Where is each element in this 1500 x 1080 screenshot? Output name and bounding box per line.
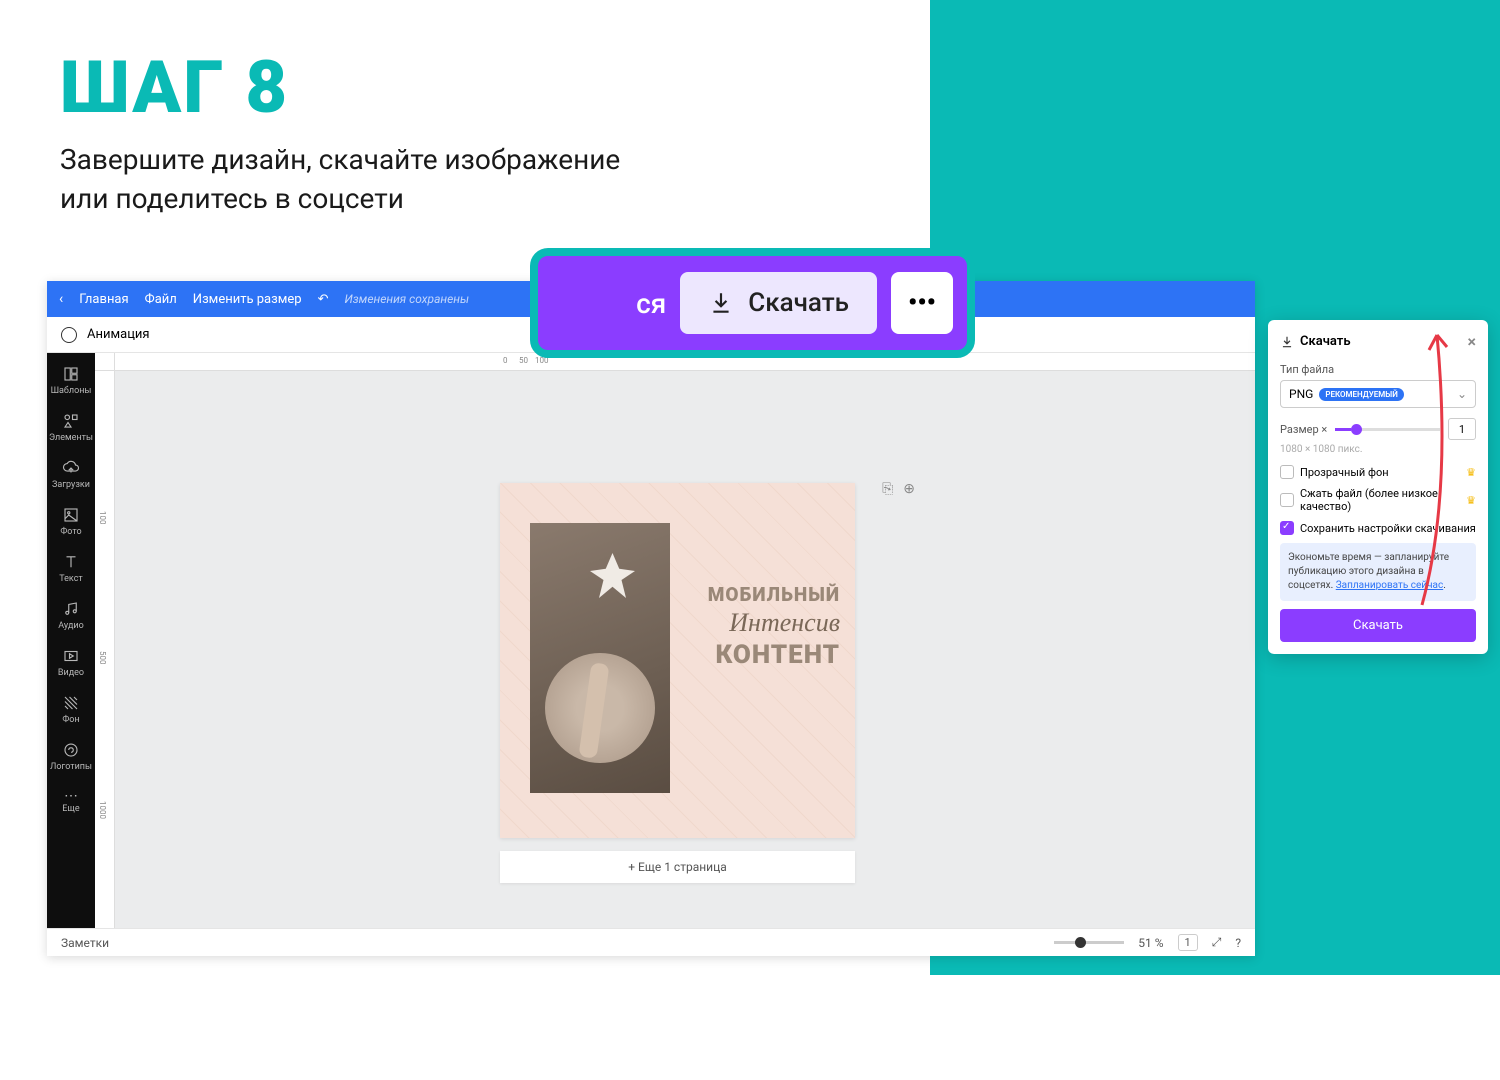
sidebar-background[interactable]: Фон — [47, 686, 95, 733]
download-panel: Скачать × Тип файла PNG РЕКОМЕНДУЕМЫЙ ⌄ … — [1268, 320, 1488, 654]
sidebar-text[interactable]: Текст — [47, 545, 95, 592]
page-action-icons: ⎘ ⊕ — [882, 481, 915, 497]
step-description: Завершите дизайн, скачайте изображение и… — [60, 140, 620, 218]
sidebar-elements[interactable]: Элементы — [47, 404, 95, 451]
page-indicator[interactable]: 1 — [1178, 934, 1198, 951]
sidebar-more[interactable]: ⋯Еще — [47, 780, 95, 822]
add-page-button[interactable]: + Еще 1 страница — [500, 851, 855, 883]
editor-window: ‹ Главная Файл Изменить размер ↶ Изменен… — [47, 281, 1255, 956]
animation-label[interactable]: Анимация — [87, 327, 150, 342]
recommended-badge: РЕКОМЕНДУЕМЫЙ — [1319, 388, 1404, 401]
sidebar-logos[interactable]: Логотипы — [47, 733, 95, 780]
ruler-vertical: 100 500 1000 — [95, 371, 115, 928]
design-photo — [530, 523, 670, 793]
schedule-info-box: Экономьте время — запланируйте публикаци… — [1280, 543, 1476, 601]
callout-more-button[interactable]: ••• — [891, 272, 953, 334]
checkbox-icon[interactable] — [1280, 465, 1294, 479]
save-status: Изменения сохранены — [344, 292, 469, 306]
nav-resize[interactable]: Изменить размер — [193, 292, 302, 307]
callout-partial-text: ся — [636, 287, 666, 320]
nav-home[interactable]: Главная — [79, 292, 128, 307]
callout-download-button[interactable]: Скачать — [680, 272, 877, 334]
download-icon — [708, 290, 734, 316]
design-page[interactable]: МОБИЛЬНЫЙ Интенсив КОНТЕНТ — [500, 483, 855, 838]
file-type-label: Тип файла — [1280, 363, 1476, 376]
crown-icon: ♛ — [1466, 466, 1476, 479]
ruler-corner — [95, 353, 115, 371]
step-title: ШАГ 8 — [60, 45, 289, 130]
sidebar-photos[interactable]: Фото — [47, 498, 95, 545]
undo-icon[interactable]: ↶ — [318, 292, 329, 307]
flower-graphic — [590, 553, 635, 598]
transparent-bg-option[interactable]: Прозрачный фон ♛ — [1280, 465, 1476, 479]
zoom-slider[interactable] — [1054, 941, 1124, 944]
compress-option[interactable]: Сжать файл (более низкое качество) ♛ — [1280, 487, 1476, 513]
bottom-bar: Заметки 51 % 1 ⤢ ? — [47, 928, 1255, 956]
help-icon[interactable]: ? — [1235, 936, 1241, 950]
schedule-link[interactable]: Запланировать сейчас — [1336, 580, 1443, 591]
checkbox-checked-icon[interactable] — [1280, 521, 1294, 535]
download-button[interactable]: Скачать — [1280, 609, 1476, 642]
notes-button[interactable]: Заметки — [61, 936, 109, 950]
size-value[interactable]: 1 — [1448, 418, 1476, 440]
sidebar-audio[interactable]: Аудио — [47, 592, 95, 639]
panel-title: Скачать — [1300, 334, 1351, 349]
animation-icon[interactable] — [61, 327, 77, 343]
checkbox-icon[interactable] — [1280, 493, 1294, 507]
dimensions-text: 1080 × 1080 пикс. — [1280, 444, 1476, 455]
canvas-area[interactable]: 0 50 100 100 500 1000 ⎘ ⊕ — [95, 353, 1255, 928]
chevron-down-icon: ⌄ — [1457, 387, 1467, 401]
zoom-value: 51 % — [1138, 936, 1163, 950]
add-icon[interactable]: ⊕ — [903, 481, 915, 497]
duplicate-icon[interactable]: ⎘ — [882, 481, 893, 497]
size-label: Размер × — [1280, 423, 1327, 436]
fullscreen-icon[interactable]: ⤢ — [1212, 935, 1222, 950]
sidebar-uploads[interactable]: Загрузки — [47, 451, 95, 498]
back-icon[interactable]: ‹ — [59, 291, 63, 307]
left-sidebar: Шаблоны Элементы Загрузки Фото Текст Ауд… — [47, 353, 95, 928]
crown-icon: ♛ — [1466, 494, 1476, 507]
size-slider[interactable] — [1335, 428, 1440, 431]
callout-highlight: ся Скачать ••• — [530, 248, 975, 358]
file-type-select[interactable]: PNG РЕКОМЕНДУЕМЫЙ ⌄ — [1280, 380, 1476, 408]
close-icon[interactable]: × — [1468, 332, 1477, 351]
design-text-block: МОБИЛЬНЫЙ Интенсив КОНТЕНТ — [708, 583, 840, 670]
sidebar-templates[interactable]: Шаблоны — [47, 357, 95, 404]
sidebar-video[interactable]: Видео — [47, 639, 95, 686]
nav-file[interactable]: Файл — [145, 292, 177, 307]
download-icon — [1280, 335, 1294, 349]
save-settings-option[interactable]: Сохранить настройки скачивания — [1280, 521, 1476, 535]
